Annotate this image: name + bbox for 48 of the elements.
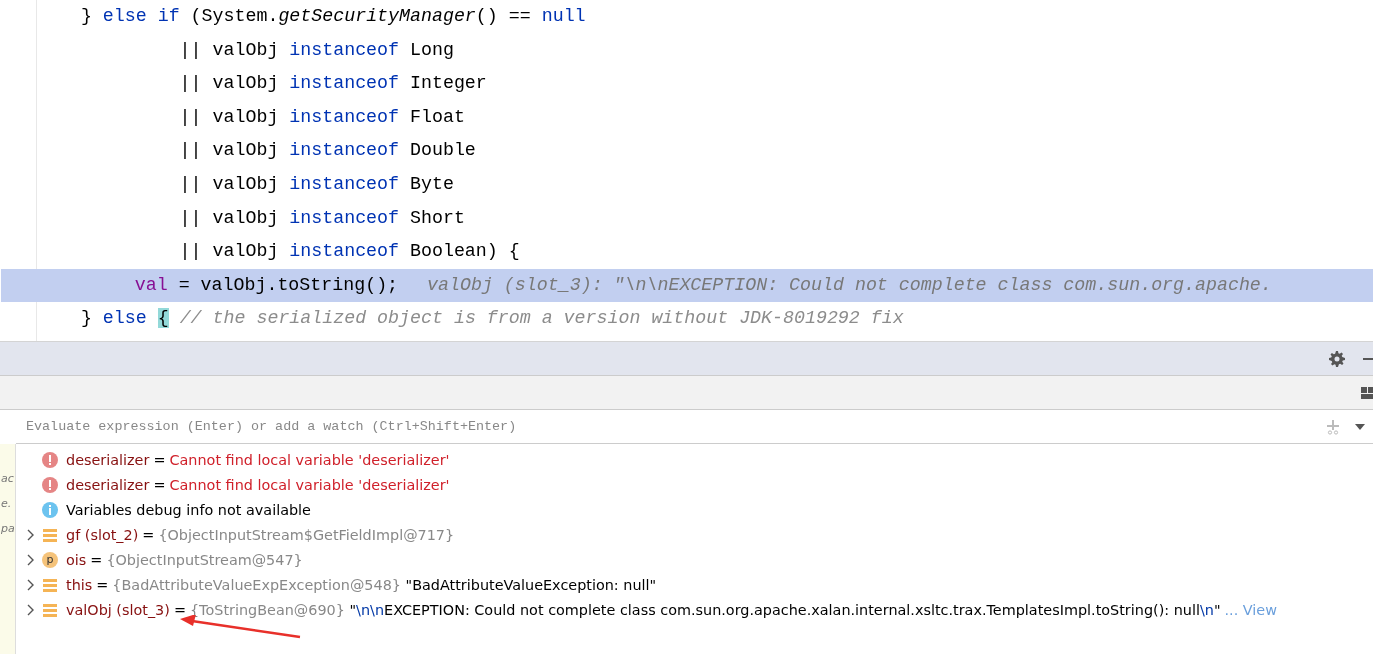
error-icon (42, 476, 58, 493)
equals-sign: = (153, 451, 166, 468)
frame-fragment[interactable]: ac (1, 468, 15, 489)
expand-chevron-icon[interactable] (27, 528, 34, 541)
layout-icon[interactable] (1361, 386, 1373, 399)
info-message: Variables debug info not available (66, 501, 311, 518)
variable-name: ois (66, 551, 87, 568)
equals-sign: = (142, 526, 155, 543)
variable-value: {ToStringBean@690} "\n\nEXCEPTION: Could not complete class com.sun.org.apache.xalan.internal.xsltc.trax.TemplatesImpl.toString(): null\n" (189, 601, 1221, 618)
equals-sign: = (173, 601, 186, 618)
info-icon (42, 501, 58, 518)
code-line: || valObj instanceof Double (178, 139, 477, 163)
dropdown-icon[interactable] (1355, 423, 1365, 430)
minimize-icon[interactable] (1363, 356, 1373, 361)
parameter-badge: p (42, 551, 58, 568)
settings-icon[interactable] (1329, 350, 1345, 367)
expand-chevron-icon[interactable] (27, 553, 34, 566)
code-line: || valObj instanceof Long (178, 38, 455, 62)
equals-sign: = (96, 576, 109, 593)
code-line: || valObj instanceof Integer (178, 72, 488, 96)
field-icon (42, 526, 58, 543)
variable-name: deserializer (66, 476, 150, 493)
frame-fragment[interactable]: pa (1, 518, 15, 539)
equals-sign: = (153, 476, 166, 493)
variable-name: valObj (slot_3) (66, 601, 170, 618)
variable-value: Cannot find local variable 'deserializer' (169, 451, 450, 468)
variable-value: {BadAttributeValueExpException@548} "BadAttributeValueException: null" (112, 576, 657, 593)
code-line: || valObj instanceof Byte (178, 172, 455, 196)
equals-sign: = (90, 551, 103, 568)
watch-field[interactable]: Evaluate expression (Enter) or add a watch (Ctrl+Shift+Enter) (26, 419, 1311, 434)
variable-value: {ObjectInputStream$GetFieldImpl@717} (158, 526, 455, 543)
variable-name: this (66, 576, 93, 593)
variable-name: gf (slot_2) (66, 526, 139, 543)
expand-chevron-icon[interactable] (27, 578, 34, 591)
code-line: || valObj instanceof Short (178, 206, 466, 230)
field-icon (42, 601, 58, 618)
field-icon (42, 576, 58, 593)
variable-value: Cannot find local variable 'deserializer' (169, 476, 450, 493)
code-line: } else if (System.getSecurityManager() == null (79, 5, 587, 28)
code-line: || valObj instanceof Float (178, 105, 466, 129)
variable-name: deserializer (66, 451, 150, 468)
error-icon (42, 451, 58, 468)
variable-value: {ObjectInputStream@547} (106, 551, 303, 568)
code-line: } else { // the serialized object is from a version without JDK-8019292 fix (79, 307, 905, 331)
frame-fragment[interactable]: e. (1, 493, 15, 514)
code-line: || valObj instanceof Boolean) { (178, 240, 521, 264)
view-link[interactable]: ... View (1224, 601, 1277, 618)
expand-chevron-icon[interactable] (27, 603, 34, 616)
